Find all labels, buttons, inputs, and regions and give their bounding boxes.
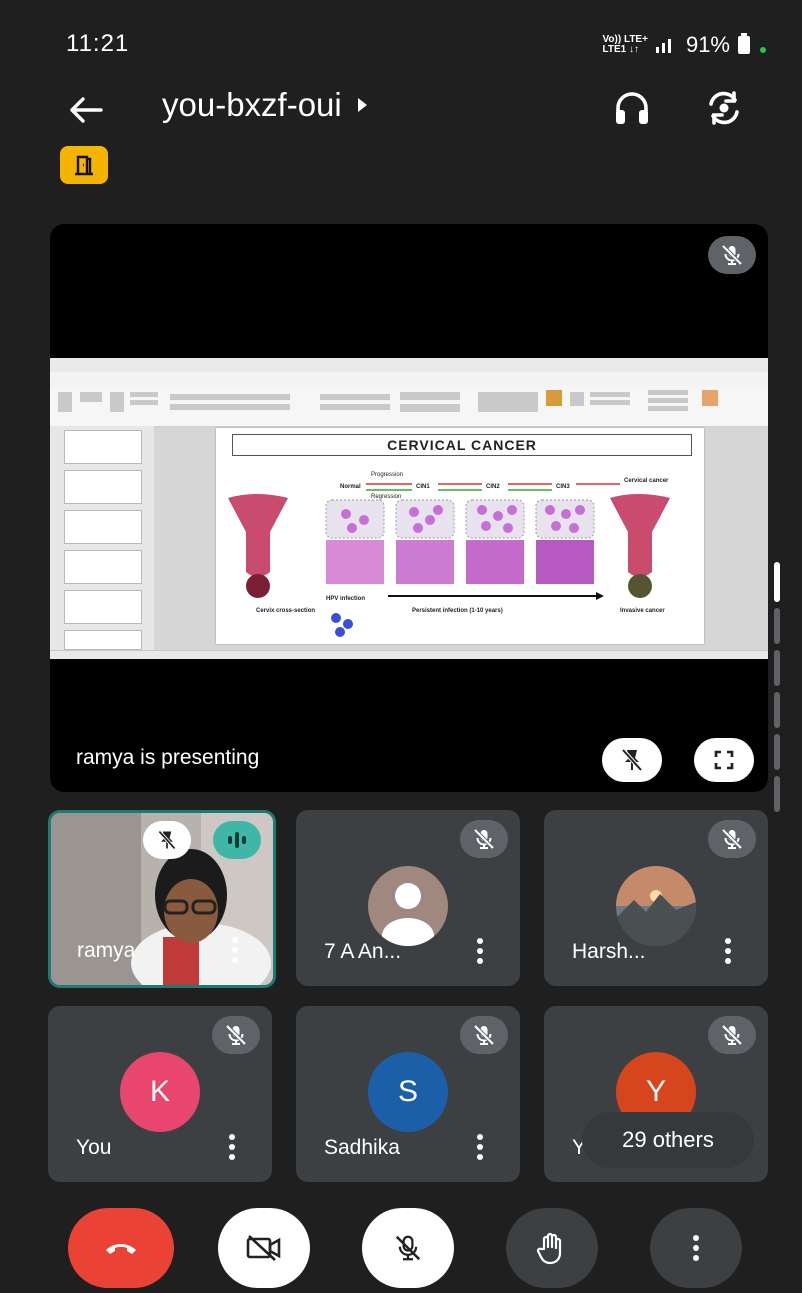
- participant-menu-button[interactable]: [724, 938, 732, 964]
- camera-toggle-button[interactable]: [218, 1208, 310, 1288]
- room-badge[interactable]: [60, 146, 108, 184]
- participant-tile-7a[interactable]: 7 A An...: [296, 810, 520, 986]
- stage-cervical-cancer: Cervical cancer: [624, 478, 669, 484]
- scrollbar-thumb[interactable]: [774, 562, 780, 602]
- mic-off-icon: [225, 1024, 247, 1046]
- others-button[interactable]: 29 others: [582, 1112, 754, 1168]
- raise-hand-icon: [536, 1232, 562, 1265]
- ppt-status-bar: [50, 650, 768, 659]
- speaking-indicator-icon: [213, 821, 261, 859]
- arrow-back-icon: [70, 97, 103, 123]
- landscape-avatar-image: [616, 866, 696, 946]
- scrollbar-track: [774, 692, 780, 728]
- ppt-title-bar: [50, 358, 768, 373]
- participant-mic-status: [460, 1016, 508, 1054]
- network-indicator: Vo)) LTE+ LTE1 ↓↑: [602, 34, 648, 55]
- pin-off-icon: [158, 830, 176, 850]
- participant-tile-you[interactable]: K You: [48, 1006, 272, 1182]
- more-options-button[interactable]: [650, 1208, 742, 1288]
- person-icon: [382, 883, 434, 946]
- slide-thumbnails: [50, 426, 154, 650]
- participant-mic-status: [708, 1016, 756, 1054]
- participant-tile-yu[interactable]: Y Yu 29 others: [544, 1006, 768, 1182]
- stage-cin1: CIN1: [416, 484, 430, 490]
- stage-cin2: CIN2: [486, 484, 500, 490]
- participant-mic-status: [212, 1016, 260, 1054]
- participant-menu-button[interactable]: [476, 1134, 484, 1160]
- unpin-presentation-button[interactable]: [602, 738, 662, 782]
- door-icon: [75, 155, 93, 176]
- participant-tile-ramya[interactable]: ramya: [48, 810, 276, 988]
- participant-name: Harsh...: [572, 940, 646, 963]
- ppt-ribbon: [50, 386, 768, 427]
- presenting-label: ramya is presenting: [76, 746, 260, 769]
- participant-menu-button[interactable]: [228, 1134, 236, 1160]
- mic-off-icon: [721, 244, 743, 266]
- audio-output-button[interactable]: [608, 84, 656, 132]
- presentation-view[interactable]: CERVICAL CANCER Normal CIN1 CIN2 CIN3 Ce…: [50, 224, 768, 792]
- presenter-mic-status: [708, 236, 756, 274]
- participant-mic-status: [708, 820, 756, 858]
- scrollbar-track: [774, 734, 780, 770]
- camera-off-icon: [246, 1235, 281, 1261]
- scrollbar-track: [774, 776, 780, 812]
- pin-button[interactable]: [143, 821, 191, 859]
- caret-right-icon: [357, 98, 367, 112]
- participant-mic-status: [460, 820, 508, 858]
- battery-icon: [738, 33, 750, 54]
- participant-tile-sadhika[interactable]: S Sadhika: [296, 1006, 520, 1182]
- participant-name: Sadhika: [324, 1136, 400, 1159]
- mic-off-icon: [473, 828, 495, 850]
- mic-off-icon: [721, 828, 743, 850]
- switch-camera-button[interactable]: [700, 84, 748, 132]
- back-button[interactable]: [64, 88, 108, 132]
- end-call-button[interactable]: [68, 1208, 174, 1288]
- phone-hangup-icon: [106, 1244, 136, 1254]
- mic-toggle-button[interactable]: [362, 1208, 454, 1288]
- signal-icon: [655, 39, 671, 53]
- current-slide: CERVICAL CANCER Normal CIN1 CIN2 CIN3 Ce…: [216, 428, 704, 644]
- avatar-initial: S: [368, 1052, 448, 1132]
- participant-name: 7 A An...: [324, 940, 402, 963]
- mic-off-icon: [721, 1024, 743, 1046]
- meeting-title-button[interactable]: you-bxzf-oui: [162, 86, 367, 124]
- shared-screen: CERVICAL CANCER Normal CIN1 CIN2 CIN3 Ce…: [50, 358, 768, 659]
- stage-cin3: CIN3: [556, 484, 570, 490]
- pin-off-icon: [621, 748, 643, 772]
- battery-percent: 91%: [685, 32, 730, 57]
- stage-normal: Normal: [340, 484, 361, 490]
- status-time: 11:21: [66, 30, 130, 57]
- raise-hand-button[interactable]: [506, 1208, 598, 1288]
- fullscreen-button[interactable]: [694, 738, 754, 782]
- cervix-label: Cervix cross-section: [256, 608, 315, 614]
- progression-label: Progression: [371, 472, 403, 478]
- scrollbar-track: [774, 608, 780, 644]
- participant-menu-button[interactable]: [231, 937, 239, 963]
- persistent-label: Persistent infection (1-10 years): [412, 608, 503, 614]
- cervical-cancer-diagram: Normal CIN1 CIN2 CIN3 Cervical cancer Pr…: [228, 472, 670, 637]
- participant-menu-button[interactable]: [476, 938, 484, 964]
- mic-off-icon: [473, 1024, 495, 1046]
- hpv-label: HPV infection: [326, 596, 365, 602]
- avatar: [368, 866, 448, 946]
- avatar-photo: [616, 866, 696, 946]
- ppt-ribbon-tabs: [50, 372, 768, 386]
- avatar-initial: K: [120, 1052, 200, 1132]
- status-bar-right: Vo)) LTE+ LTE1 ↓↑ 91%: [602, 32, 766, 58]
- headphones-icon: [616, 92, 648, 124]
- fullscreen-icon: [714, 750, 734, 770]
- privacy-dot-icon: [760, 47, 766, 53]
- regression-label: Regression: [371, 494, 401, 500]
- participant-tile-harsh[interactable]: Harsh...: [544, 810, 768, 986]
- more-vert-icon: [692, 1235, 700, 1261]
- meeting-code: you-bxzf-oui: [162, 86, 342, 123]
- mic-off-icon: [395, 1235, 421, 1261]
- participant-name: You: [76, 1136, 112, 1159]
- switch-camera-icon: [709, 91, 739, 125]
- scrollbar-track: [774, 650, 780, 686]
- invasive-label: Invasive cancer: [620, 608, 665, 614]
- slide-title: CERVICAL CANCER: [232, 434, 692, 456]
- participant-name: ramya: [77, 939, 136, 962]
